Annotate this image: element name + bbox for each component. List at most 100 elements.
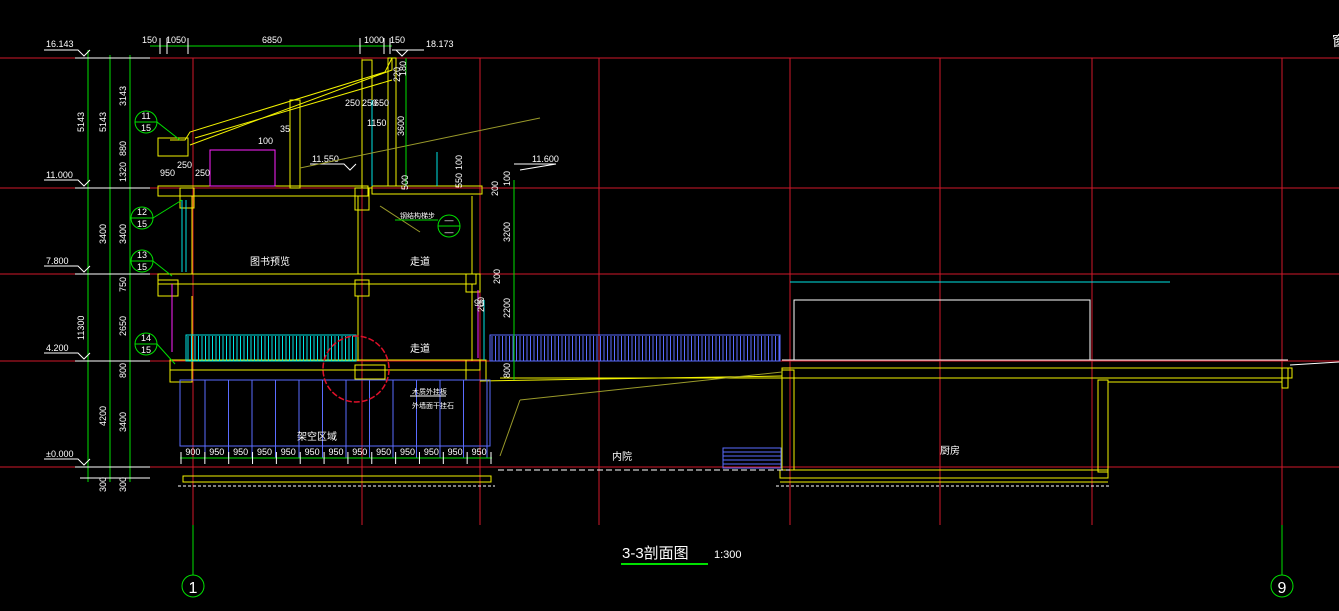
svg-text:3400: 3400: [118, 224, 128, 244]
svg-text:200: 200: [490, 181, 500, 196]
corner-glyph: 窗: [1332, 33, 1339, 49]
svg-text:2200: 2200: [502, 298, 512, 318]
svg-text:880: 880: [118, 141, 128, 156]
roof-detail-note: 钢结构梯步: [400, 211, 435, 220]
svg-text:35: 35: [280, 124, 290, 134]
svg-text:6850: 6850: [262, 35, 282, 45]
drawing-scale: 1:300: [714, 549, 742, 561]
elev-11000: 11.000: [46, 170, 73, 180]
svg-text:1050: 1050: [166, 35, 186, 45]
svg-text:1150: 1150: [367, 118, 386, 128]
svg-text:250: 250: [195, 168, 210, 178]
balustrade-railings: [185, 334, 781, 362]
elev-top-left: 16.143: [46, 39, 74, 49]
room-corridor-upper: 走道: [410, 255, 430, 268]
svg-text:15: 15: [141, 345, 151, 355]
axis-label-start: 1: [189, 580, 198, 597]
svg-text:3400: 3400: [98, 224, 108, 244]
svg-text:15: 15: [137, 262, 147, 272]
furniture-elements: [171, 149, 479, 358]
svg-text:220: 220: [392, 67, 402, 82]
wood-note-2: 外墙面干挂石: [412, 401, 454, 410]
svg-text:15: 15: [141, 123, 151, 133]
bottom-dim-2: 950: [233, 447, 248, 457]
svg-text:5143: 5143: [98, 112, 108, 132]
svg-text:300: 300: [118, 477, 128, 492]
axis-markers: 1 9: [181, 525, 1294, 598]
svg-text:750: 750: [118, 277, 128, 292]
svg-text:—: —: [445, 215, 454, 225]
svg-text:800: 800: [502, 363, 512, 378]
svg-text:13: 13: [137, 250, 147, 260]
svg-text:150: 150: [390, 35, 405, 45]
room-reading: 图书预览: [250, 255, 290, 268]
svg-text:3200: 3200: [502, 222, 512, 242]
courtyard-steps: [722, 447, 782, 469]
room-corridor-lower: 走道: [410, 342, 430, 355]
detail-callout-12: 12 15: [130, 199, 183, 230]
room-kitchen: 厨房: [940, 444, 960, 457]
svg-text:3143: 3143: [118, 86, 128, 106]
left-dimension-text: 5143 11300 4200 300 3143 5143 880 1320 3…: [76, 86, 128, 492]
elev-top-right: 18.173: [426, 39, 454, 49]
svg-text:100: 100: [454, 155, 464, 170]
detail-callout-11: 11 15: [134, 110, 181, 141]
svg-text:250: 250: [177, 160, 192, 170]
callout-bubbles: 11 15 12 15 13 15 14 15 — — 钢结构梯步: [130, 110, 461, 365]
svg-text:300: 300: [98, 477, 108, 492]
svg-text:250: 250: [345, 98, 360, 108]
building-structure: [157, 57, 1293, 483]
bottom-dim-9: 950: [400, 447, 415, 457]
misc-dimension-text: 250 250 650 1150 35 100 950 250 250 90 2…: [160, 98, 486, 312]
bottom-dim-12: 950: [472, 447, 487, 457]
drawing-title-block: 3-3剖面图 1:300: [621, 545, 742, 565]
elev-4200: 4.200: [46, 343, 69, 353]
bottom-dim-7: 950: [352, 447, 367, 457]
svg-text:14: 14: [141, 333, 151, 343]
bottom-dim-10: 950: [424, 447, 439, 457]
svg-text:1000: 1000: [364, 35, 384, 45]
bottom-dim-6: 950: [328, 447, 343, 457]
svg-text:950: 950: [160, 168, 175, 178]
svg-text:3600: 3600: [396, 116, 406, 136]
bottom-dim-1: 950: [209, 447, 224, 457]
svg-text:100: 100: [502, 171, 512, 186]
svg-text:12: 12: [137, 207, 147, 217]
room-courtyard: 内院: [612, 450, 632, 463]
svg-text:100: 100: [258, 136, 273, 146]
kitchen-roof: [782, 299, 1339, 366]
glass-elements: [181, 100, 1170, 360]
svg-text:200: 200: [492, 269, 502, 284]
bottom-dim-3: 950: [257, 447, 272, 457]
svg-text:500: 500: [400, 175, 410, 190]
bottom-dimension-row: 900 950 950 950 950 950 950 950 950 950 950 950 950: [180, 447, 492, 464]
axis-label-end: 9: [1278, 580, 1287, 597]
room-open-area: 架空区域: [297, 430, 337, 443]
drawing-title: 3-3剖面图: [622, 545, 689, 562]
svg-text:15: 15: [137, 219, 147, 229]
bottom-dim-5: 950: [305, 447, 320, 457]
cad-drawing-canvas: 16.143 11.000 7.800 4.200 ±0.000 18.173 …: [0, 0, 1339, 611]
bottom-dim-8: 950: [376, 447, 391, 457]
section-drawing: 16.143 11.000 7.800 4.200 ±0.000 18.173 …: [0, 33, 1339, 598]
svg-text:150: 150: [142, 35, 157, 45]
level-grid-lines: [0, 57, 1339, 468]
svg-text:200: 200: [476, 297, 486, 312]
svg-text:800: 800: [118, 363, 128, 378]
elev-7800: 7.800: [46, 256, 69, 266]
svg-text:650: 650: [374, 98, 389, 108]
svg-text:5143: 5143: [76, 112, 86, 132]
bottom-dim-4: 950: [281, 447, 296, 457]
bottom-dim-0: 900: [185, 447, 200, 457]
svg-text:1320: 1320: [118, 162, 128, 182]
wood-note-1: 木质外挂板: [412, 387, 447, 396]
svg-text:11300: 11300: [76, 316, 86, 340]
elev-11600: 11.600: [532, 154, 559, 164]
detail-callout-14: 14 15: [134, 332, 176, 365]
roof-detail-callout: — — 钢结构梯步: [395, 211, 461, 238]
bottom-dim-11: 950: [448, 447, 463, 457]
svg-text:3400: 3400: [118, 412, 128, 432]
svg-text:11: 11: [141, 111, 150, 121]
svg-text:2650: 2650: [118, 316, 128, 336]
svg-text:4200: 4200: [98, 406, 108, 426]
